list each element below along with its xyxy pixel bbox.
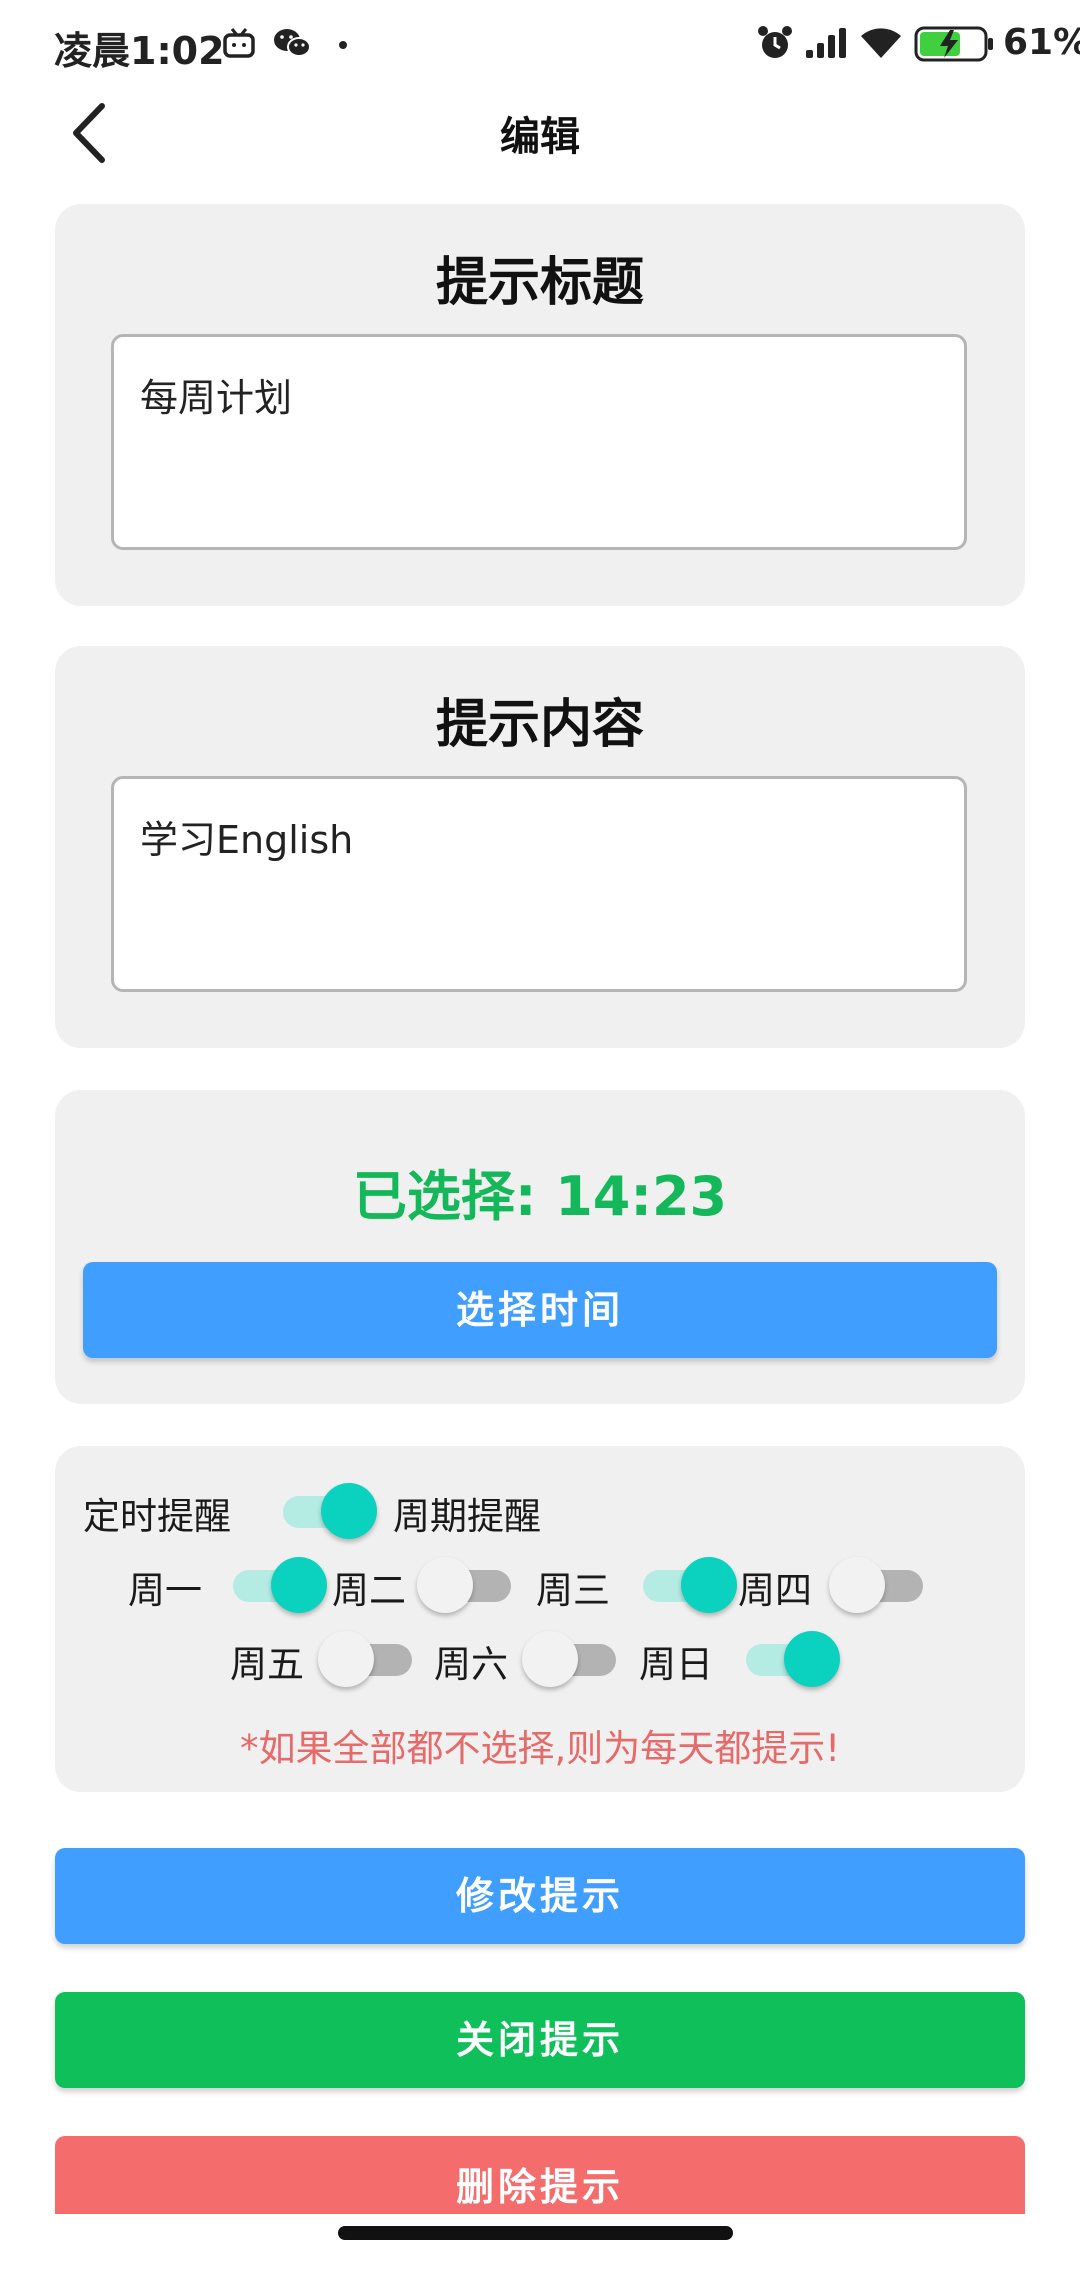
- day-switch-fri[interactable]: [318, 1628, 412, 1688]
- day-label-fri: 周五: [230, 1643, 304, 1686]
- select-time-button[interactable]: 选择时间: [83, 1262, 997, 1358]
- delete-reminder-button[interactable]: 删除提示: [55, 2136, 1025, 2214]
- title-input-value: 每周计划: [140, 376, 293, 420]
- tv-icon: [223, 28, 255, 58]
- day-label-sun: 周日: [639, 1643, 713, 1686]
- status-bar: 凌晨1:02 61%: [0, 0, 1080, 90]
- delete-button-clip: 删除提示: [0, 2136, 1080, 2214]
- status-time: 凌晨1:02: [54, 29, 225, 73]
- day-label-wed: 周三: [536, 1569, 610, 1612]
- content-heading: 提示内容: [435, 695, 644, 755]
- modify-reminder-button[interactable]: 修改提示: [55, 1848, 1025, 1944]
- wifi-icon: [861, 28, 901, 58]
- selected-time: 已选择: 14:23: [352, 1165, 728, 1228]
- page-title: 编辑: [500, 114, 580, 160]
- content-input[interactable]: 学习English: [111, 776, 967, 992]
- mode-switch[interactable]: [283, 1480, 377, 1540]
- notification-dot: [339, 41, 347, 49]
- content-input-value: 学习English: [140, 818, 354, 862]
- signal-icon: [806, 28, 846, 58]
- day-label-thu: 周四: [738, 1569, 812, 1612]
- mode-label-periodic: 周期提醒: [393, 1495, 541, 1538]
- day-switch-sat[interactable]: [522, 1628, 616, 1688]
- day-label-mon: 周一: [128, 1569, 202, 1612]
- title-heading: 提示标题: [435, 253, 644, 313]
- time-card: 已选择: 14:23 选择时间: [55, 1090, 1025, 1404]
- content-card: 提示内容 学习English: [55, 646, 1025, 1048]
- home-indicator[interactable]: [338, 2226, 733, 2240]
- close-reminder-button[interactable]: 关闭提示: [55, 1992, 1025, 2088]
- day-switch-mon[interactable]: [233, 1554, 327, 1614]
- alarm-icon: [758, 26, 792, 58]
- repeat-card: 定时提醒 周期提醒 周一 周二 周三 周四 周五 周六 周日 *如果全部都不选择…: [55, 1446, 1025, 1792]
- wechat-icon: [274, 29, 311, 57]
- title-card: 提示标题 每周计划: [55, 204, 1025, 606]
- title-input[interactable]: 每周计划: [111, 334, 967, 550]
- day-switch-tue[interactable]: [417, 1554, 511, 1614]
- day-label-sat: 周六: [434, 1643, 508, 1686]
- mode-label-timed: 定时提醒: [83, 1495, 231, 1538]
- day-switch-sun[interactable]: [746, 1628, 840, 1688]
- day-switch-wed[interactable]: [643, 1554, 737, 1614]
- battery-percent: 61%: [1003, 22, 1080, 63]
- warning-text: *如果全部都不选择,则为每天都提示!: [239, 1727, 841, 1770]
- day-label-tue: 周二: [332, 1569, 406, 1612]
- day-switch-thu[interactable]: [829, 1554, 923, 1614]
- battery-charging-icon: [914, 26, 993, 62]
